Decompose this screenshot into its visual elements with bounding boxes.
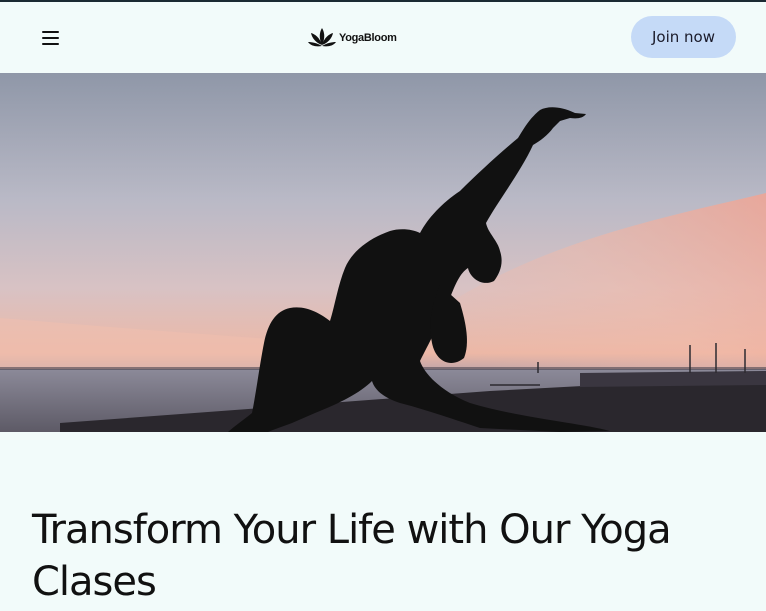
- hamburger-icon-line: [41, 43, 59, 45]
- hamburger-icon: [41, 31, 59, 33]
- yoga-silhouette-image: [0, 73, 766, 432]
- menu-button[interactable]: [33, 24, 67, 52]
- page-headline: Transform Your Life with Our Yoga Clases: [32, 507, 672, 605]
- hamburger-icon-line: [41, 37, 59, 39]
- hero-image: [0, 73, 766, 432]
- lotus-icon: [308, 28, 336, 47]
- brand-logo[interactable]: YogaBloom: [307, 24, 397, 52]
- site-header: YogaBloom Join now: [0, 2, 766, 73]
- brand-name: YogaBloom: [339, 32, 397, 44]
- join-now-button[interactable]: Join now: [631, 16, 736, 58]
